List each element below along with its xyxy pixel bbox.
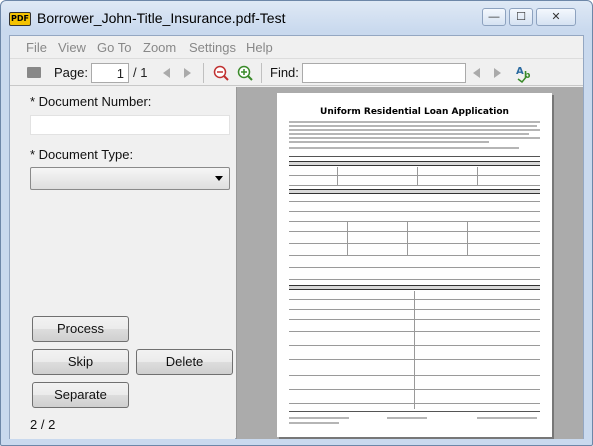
form-rule bbox=[289, 403, 540, 404]
previous-page-icon[interactable] bbox=[163, 68, 170, 78]
form-rule bbox=[289, 231, 540, 232]
find-next-icon[interactable] bbox=[494, 68, 501, 78]
form-rule bbox=[289, 255, 540, 256]
find-previous-icon[interactable] bbox=[473, 68, 480, 78]
document-text-line bbox=[289, 422, 339, 424]
find-input[interactable] bbox=[302, 63, 466, 83]
form-rule bbox=[289, 201, 540, 202]
pdf-app-icon: PDF bbox=[9, 12, 31, 26]
form-rule bbox=[289, 389, 540, 390]
form-rule bbox=[289, 243, 540, 244]
form-rule bbox=[289, 267, 540, 268]
next-page-icon[interactable] bbox=[184, 68, 191, 78]
toolbar-separator bbox=[203, 63, 204, 83]
toolbar: Page: 1 / 1 Find: A b bbox=[10, 58, 583, 86]
document-text-line bbox=[289, 417, 349, 419]
minimize-button[interactable]: — bbox=[482, 8, 506, 26]
form-rule bbox=[289, 319, 540, 320]
menu-settings[interactable]: Settings bbox=[189, 40, 236, 55]
form-rule bbox=[289, 411, 540, 412]
delete-button[interactable]: Delete bbox=[136, 349, 233, 375]
form-rule bbox=[289, 185, 540, 186]
menu-view[interactable]: View bbox=[58, 40, 86, 55]
svg-text:A: A bbox=[516, 66, 524, 77]
document-number-label: * Document Number: bbox=[30, 94, 152, 109]
document-text-line bbox=[477, 417, 537, 419]
form-rule bbox=[289, 211, 540, 212]
form-rule bbox=[289, 156, 540, 157]
menu-zoom[interactable]: Zoom bbox=[143, 40, 176, 55]
document-text-line bbox=[289, 147, 519, 149]
close-button[interactable]: ✕ bbox=[536, 8, 576, 26]
open-folder-icon[interactable] bbox=[27, 67, 41, 78]
form-divider bbox=[467, 221, 468, 255]
document-number-input[interactable] bbox=[30, 115, 230, 135]
form-rule bbox=[289, 345, 540, 346]
menu-help[interactable]: Help bbox=[246, 40, 273, 55]
form-rule bbox=[289, 309, 540, 310]
skip-button[interactable]: Skip bbox=[32, 349, 129, 375]
menu-file[interactable]: File bbox=[26, 40, 47, 55]
document-text-line bbox=[289, 141, 489, 143]
form-rule bbox=[289, 279, 540, 280]
toolbar-separator bbox=[261, 63, 262, 83]
maximize-button[interactable]: ☐ bbox=[509, 8, 533, 26]
form-divider bbox=[417, 167, 418, 185]
title-bar[interactable]: PDF Borrower_John-Title_Insurance.pdf-Te… bbox=[1, 1, 592, 35]
dropdown-arrow-icon bbox=[215, 176, 223, 181]
form-rule bbox=[289, 375, 540, 376]
form-section-header bbox=[289, 161, 540, 166]
form-rule bbox=[289, 359, 540, 360]
document-type-label: * Document Type: bbox=[30, 147, 134, 162]
zoom-out-icon[interactable] bbox=[212, 64, 230, 82]
indexing-panel: * Document Number: * Document Type: Proc… bbox=[10, 87, 235, 439]
document-text-line bbox=[289, 133, 529, 135]
document-counter: 2 / 2 bbox=[30, 417, 56, 432]
menu-bar: File View Go To Zoom Settings Help bbox=[10, 36, 583, 58]
window-title: Borrower_John-Title_Insurance.pdf-Test bbox=[37, 10, 286, 26]
form-rule bbox=[289, 221, 540, 222]
document-text-line bbox=[289, 121, 540, 123]
pdf-viewer[interactable]: Uniform Residential Loan Application bbox=[236, 87, 583, 439]
page-total: / 1 bbox=[133, 65, 148, 80]
form-divider bbox=[477, 167, 478, 185]
document-text-line bbox=[387, 417, 427, 419]
document-text-line bbox=[289, 129, 540, 131]
process-button[interactable]: Process bbox=[32, 316, 129, 342]
form-rule bbox=[289, 299, 540, 300]
form-divider bbox=[347, 221, 348, 255]
app-window: PDF Borrower_John-Title_Insurance.pdf-Te… bbox=[0, 0, 593, 446]
zoom-in-icon[interactable] bbox=[236, 64, 254, 82]
menu-go-to[interactable]: Go To bbox=[97, 40, 131, 55]
document-type-select[interactable] bbox=[30, 167, 230, 190]
find-label: Find: bbox=[270, 65, 299, 80]
document-title: Uniform Residential Loan Application bbox=[320, 107, 509, 117]
form-rule bbox=[289, 175, 540, 176]
pdf-page: Uniform Residential Loan Application bbox=[277, 93, 552, 437]
form-divider bbox=[337, 167, 338, 185]
form-section-header bbox=[289, 189, 540, 194]
form-rule bbox=[289, 331, 540, 332]
match-case-icon[interactable]: A b bbox=[515, 63, 535, 83]
form-section-header bbox=[289, 285, 540, 290]
page-number-input[interactable]: 1 bbox=[91, 63, 129, 83]
document-text-line bbox=[289, 137, 540, 139]
client-area: File View Go To Zoom Settings Help Page:… bbox=[9, 35, 584, 439]
document-text-line bbox=[289, 125, 537, 127]
separate-button[interactable]: Separate bbox=[32, 382, 129, 408]
form-divider bbox=[407, 221, 408, 255]
page-label: Page: bbox=[54, 65, 88, 80]
